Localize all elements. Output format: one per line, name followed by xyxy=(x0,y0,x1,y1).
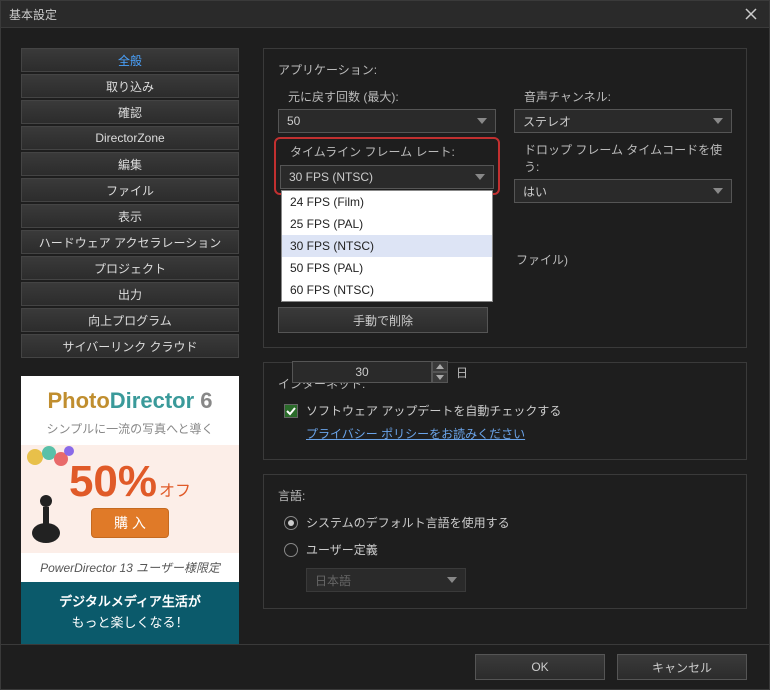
lang-user-label: ユーザー定義 xyxy=(306,541,378,558)
days-spinner[interactable] xyxy=(292,361,448,383)
close-button[interactable] xyxy=(741,4,761,24)
dropframe-value: はい xyxy=(523,183,547,200)
fps-option[interactable]: 50 FPS (PAL) xyxy=(282,257,492,279)
fps-select[interactable]: 30 FPS (NTSC) 24 FPS (Film) 25 FPS (PAL)… xyxy=(280,165,494,189)
chevron-down-icon xyxy=(713,118,723,124)
ok-button[interactable]: OK xyxy=(475,654,605,680)
sidebar-item-improvement[interactable]: 向上プログラム xyxy=(21,308,239,332)
auto-update-label: ソフトウェア アップデートを自動チェックする xyxy=(306,402,561,419)
lang-system-label: システムのデフォルト言語を使用する xyxy=(306,514,510,531)
chevron-down-icon xyxy=(713,188,723,194)
spinner-down-button[interactable] xyxy=(432,372,448,383)
promo-pd-line: PowerDirector 13 ユーザー様限定 xyxy=(21,553,239,582)
promo-header: PhotoDirector 6 シンプルに一流の写真へと導く xyxy=(21,376,239,445)
sidebar-item-cloud[interactable]: サイバーリンク クラウド xyxy=(21,334,239,358)
close-icon xyxy=(745,8,757,20)
promo-mid: 50% オフ 購 入 xyxy=(21,445,239,553)
sidebar-item-file[interactable]: ファイル xyxy=(21,178,239,202)
promo-panel: PhotoDirector 6 シンプルに一流の写真へと導く 50% オフ 購 … xyxy=(21,376,239,644)
undo-label: 元に戻す回数 (最大): xyxy=(288,88,496,105)
privacy-link[interactable]: プライバシー ポリシーをお読みください xyxy=(306,427,525,441)
chevron-down-icon xyxy=(477,118,487,124)
promo-buy-button[interactable]: 購 入 xyxy=(91,508,169,538)
promo-discount: 50% xyxy=(69,460,157,504)
settings-window: 基本設定 全般 取り込み 確認 DirectorZone 編集 ファイル 表示 … xyxy=(0,0,770,690)
sidebar-item-project[interactable]: プロジェクト xyxy=(21,256,239,280)
lang-system-radio[interactable] xyxy=(284,516,298,530)
spinner-up-button[interactable] xyxy=(432,361,448,372)
window-title: 基本設定 xyxy=(9,6,57,23)
sidebar: 全般 取り込み 確認 DirectorZone 編集 ファイル 表示 ハードウェ… xyxy=(1,48,251,644)
audio-value: ステレオ xyxy=(523,113,571,130)
chevron-down-icon xyxy=(447,577,457,583)
audio-select[interactable]: ステレオ xyxy=(514,109,732,133)
promo-logo-b: Director xyxy=(110,388,194,413)
fps-label: タイムライン フレーム レート: xyxy=(290,145,455,159)
fps-option[interactable]: 24 FPS (Film) xyxy=(282,191,492,213)
check-icon xyxy=(286,406,296,416)
promo-banner-l2: もっと楽しくなる！ xyxy=(21,613,239,634)
application-panel: アプリケーション: 元に戻す回数 (最大): 50 音声チャンネル: ステレオ xyxy=(263,48,747,348)
undo-select[interactable]: 50 xyxy=(278,109,496,133)
fps-highlight: タイムライン フレーム レート: 30 FPS (NTSC) 24 FPS (F… xyxy=(274,137,500,195)
language-value: 日本語 xyxy=(315,572,351,589)
promo-subtitle: シンプルに一流の写真へと導く xyxy=(21,420,239,437)
dropframe-select[interactable]: はい xyxy=(514,179,732,203)
sidebar-item-edit[interactable]: 編集 xyxy=(21,152,239,176)
sidebar-item-confirm[interactable]: 確認 xyxy=(21,100,239,124)
fps-dropdown-list: 24 FPS (Film) 25 FPS (PAL) 30 FPS (NTSC)… xyxy=(281,190,493,302)
fps-option[interactable]: 60 FPS (NTSC) xyxy=(282,279,492,301)
language-panel: 言語: システムのデフォルト言語を使用する ユーザー定義 日本語 xyxy=(263,474,747,609)
partial-label: ファイル) xyxy=(516,251,568,268)
language-select: 日本語 xyxy=(306,568,466,592)
fps-option[interactable]: 25 FPS (PAL) xyxy=(282,213,492,235)
promo-logo-a: Photo xyxy=(47,388,109,413)
dialog-body: 全般 取り込み 確認 DirectorZone 編集 ファイル 表示 ハードウェ… xyxy=(1,28,769,644)
promo-logo: PhotoDirector 6 xyxy=(21,388,239,414)
promo-banner-l1: デジタルメディア生活が xyxy=(21,592,239,613)
days-suffix: 日 xyxy=(456,364,468,381)
dropframe-label: ドロップ フレーム タイムコードを使う: xyxy=(524,141,732,175)
sidebar-item-hwaccel[interactable]: ハードウェア アクセラレーション xyxy=(21,230,239,254)
fps-option[interactable]: 30 FPS (NTSC) xyxy=(282,235,492,257)
sidebar-item-output[interactable]: 出力 xyxy=(21,282,239,306)
audio-label: 音声チャンネル: xyxy=(524,88,732,105)
manual-delete-button[interactable]: 手動で削除 xyxy=(278,307,488,333)
auto-update-checkbox[interactable] xyxy=(284,404,298,418)
promo-logo-c: 6 xyxy=(194,388,212,413)
chevron-down-icon xyxy=(475,174,485,180)
sidebar-item-display[interactable]: 表示 xyxy=(21,204,239,228)
content-area: アプリケーション: 元に戻す回数 (最大): 50 音声チャンネル: ステレオ xyxy=(251,48,769,644)
promo-banner[interactable]: デジタルメディア生活が もっと楽しくなる！ xyxy=(21,582,239,644)
sidebar-item-import[interactable]: 取り込み xyxy=(21,74,239,98)
promo-off: オフ xyxy=(159,477,191,501)
cancel-button[interactable]: キャンセル xyxy=(617,654,747,680)
dialog-footer: OK キャンセル xyxy=(1,644,769,689)
fps-value: 30 FPS (NTSC) xyxy=(289,170,373,184)
days-input[interactable] xyxy=(292,361,432,383)
titlebar: 基本設定 xyxy=(1,1,769,28)
balloons-icon xyxy=(25,443,77,487)
lang-user-radio[interactable] xyxy=(284,543,298,557)
language-title: 言語: xyxy=(278,487,732,504)
sidebar-item-directorzone[interactable]: DirectorZone xyxy=(21,126,239,150)
undo-value: 50 xyxy=(287,114,300,128)
sidebar-item-general[interactable]: 全般 xyxy=(21,48,239,72)
dancer-icon xyxy=(29,487,63,547)
application-title: アプリケーション: xyxy=(278,61,732,78)
